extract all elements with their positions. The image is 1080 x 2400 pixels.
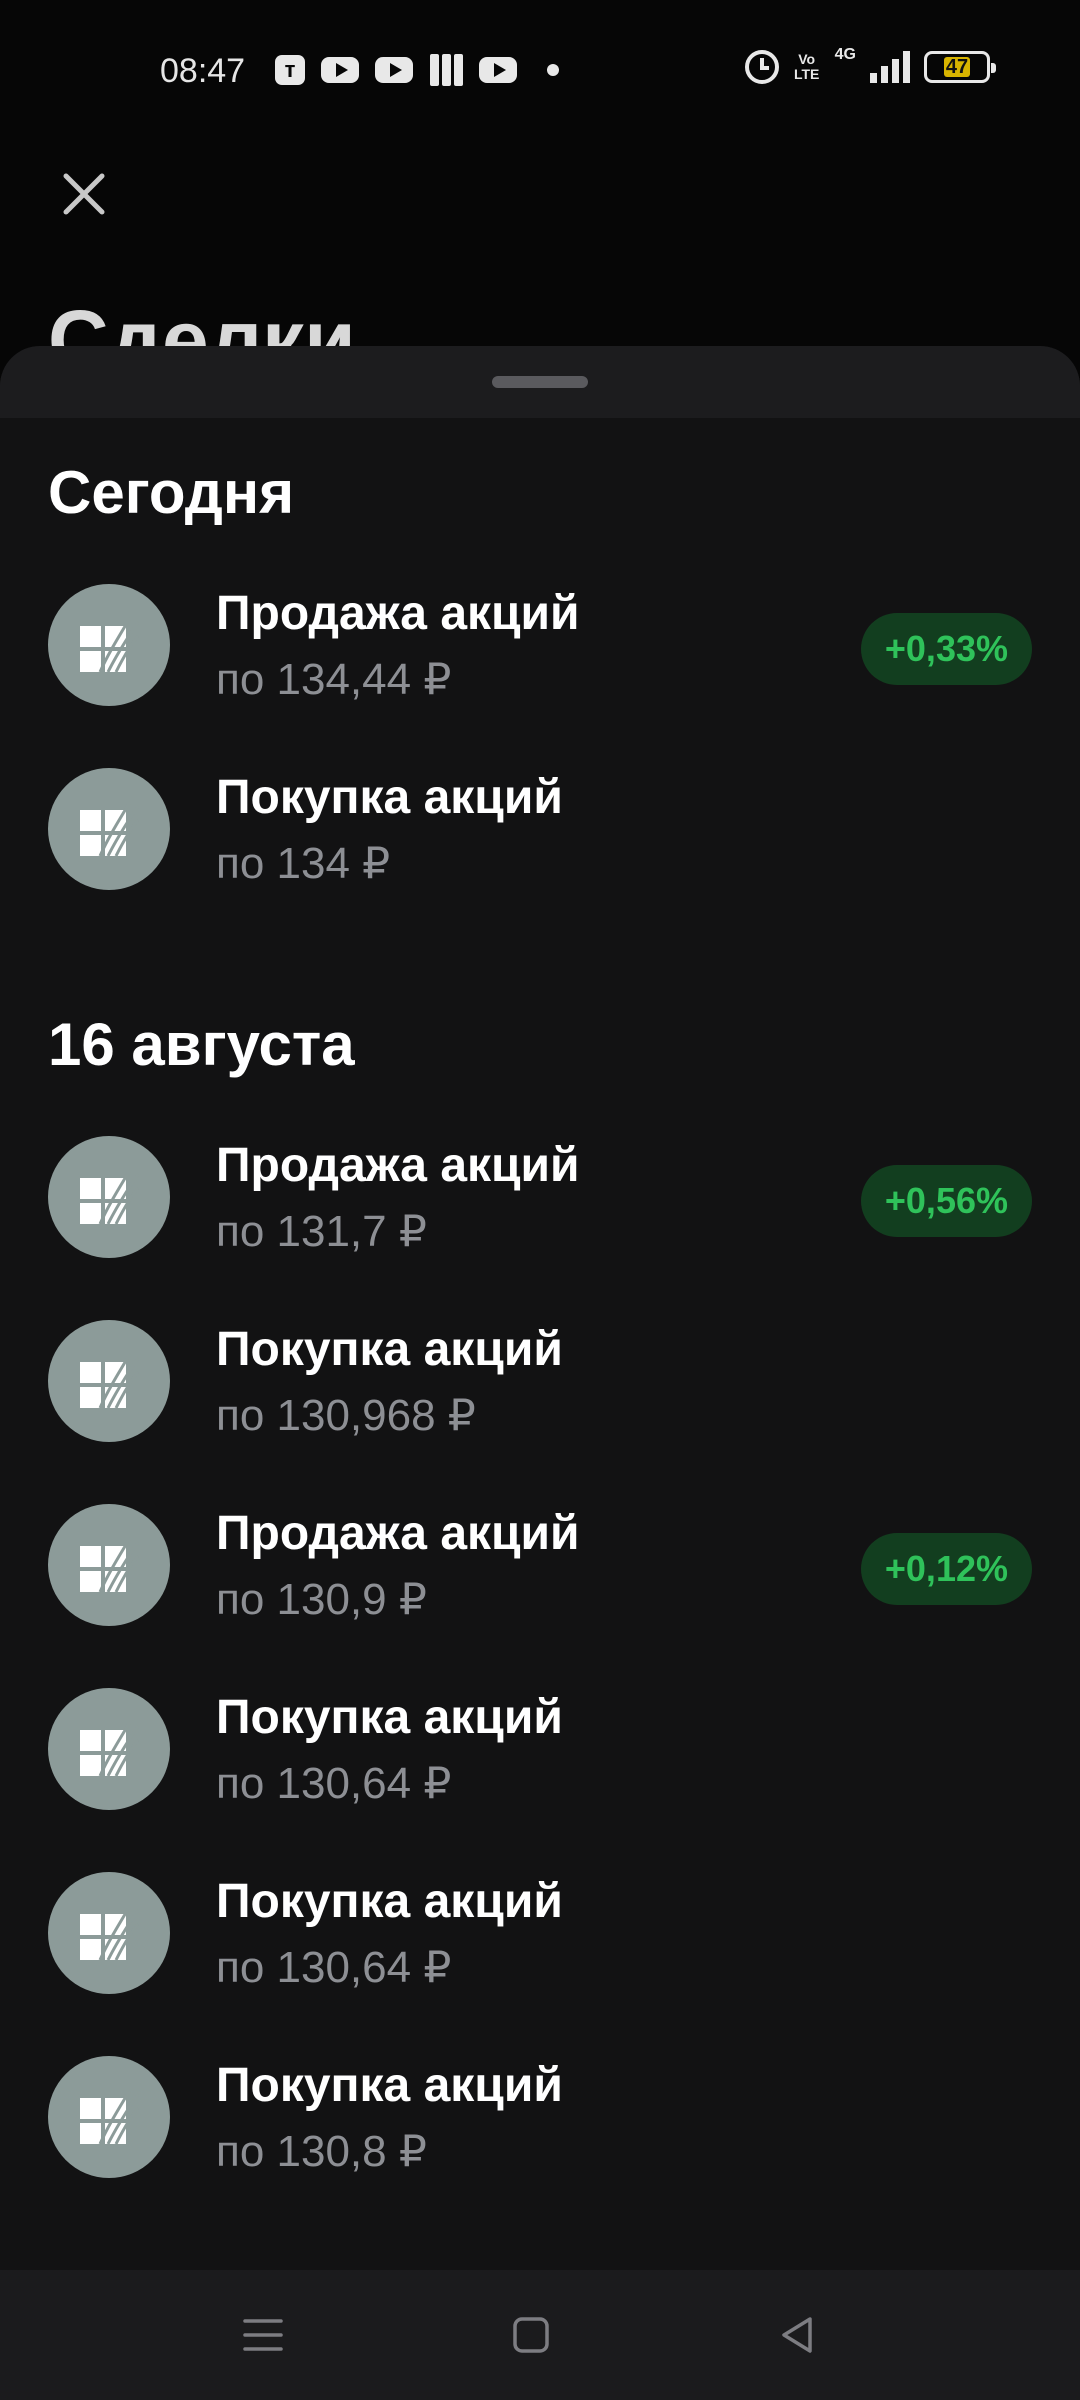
list-item[interactable]: Покупка акций по 130,8 ₽	[0, 2026, 1080, 2210]
deal-price: по 130,968 ₽	[216, 1391, 476, 1440]
deal-type: Покупка акций	[216, 1323, 563, 1376]
deal-price: по 134 ₽	[216, 839, 391, 888]
deal-type: Продажа акций	[216, 1507, 580, 1560]
sheet-grabber[interactable]	[492, 376, 588, 388]
alarm-icon	[744, 50, 779, 84]
avatar	[48, 584, 170, 706]
books-icon	[429, 54, 463, 86]
signal-icon	[870, 51, 910, 83]
t-app-icon: т	[275, 55, 305, 85]
deal-type: Покупка акций	[216, 2059, 563, 2112]
deal-type: Покупка акций	[216, 1875, 563, 1928]
status-icons-right: Vo LTE 4G 47	[744, 46, 996, 84]
profit-badge: +0,33%	[860, 613, 1032, 685]
deal-price: по 130,64 ₽	[216, 1759, 452, 1808]
volte-icon: Vo LTE	[793, 51, 820, 82]
avatar	[48, 1320, 170, 1442]
deal-type: Продажа акций	[216, 1139, 580, 1192]
list-item[interactable]: Продажа акций по 130,9 ₽ +0,12%	[0, 1474, 1080, 1658]
avatar	[48, 2056, 170, 2178]
profit-badge: +0,12%	[860, 1533, 1032, 1605]
company-logo-icon	[80, 1353, 140, 1409]
screen: 08:47 т Vo LTE 4G 47 Сделки Сегодня Прод…	[0, 0, 1080, 2400]
status-time: 08:47	[160, 52, 246, 90]
avatar	[48, 1504, 170, 1626]
list-item[interactable]: Покупка акций по 130,968 ₽	[0, 1290, 1080, 1474]
list-item[interactable]: Продажа акций по 131,7 ₽ +0,56%	[0, 1106, 1080, 1290]
battery-level: 47	[945, 56, 969, 78]
company-logo-icon	[80, 1537, 140, 1593]
youtube-icon	[375, 57, 413, 83]
navigation-bar	[0, 2270, 1080, 2400]
menu-icon	[243, 2319, 283, 2351]
status-icons-left: т	[275, 54, 559, 86]
status-bar: 08:47 т Vo LTE 4G 47	[0, 0, 1080, 140]
close-button[interactable]	[50, 160, 118, 228]
company-logo-icon	[80, 617, 140, 673]
list-item[interactable]: Покупка акций по 134 ₽	[0, 738, 1080, 922]
deal-price: по 130,64 ₽	[216, 1943, 452, 1992]
avatar	[48, 1872, 170, 1994]
youtube-icon	[479, 57, 517, 83]
menu-button[interactable]	[218, 2300, 308, 2370]
deal-type: Продажа акций	[216, 587, 580, 640]
battery-icon: 47	[924, 51, 996, 83]
youtube-icon	[321, 57, 359, 83]
avatar	[48, 1688, 170, 1810]
profit-badge: +0,56%	[860, 1165, 1032, 1237]
company-logo-icon	[80, 1905, 140, 1961]
sheet-handle-area[interactable]	[0, 346, 1080, 418]
back-button[interactable]	[752, 2300, 842, 2370]
deal-type: Покупка акций	[216, 771, 563, 824]
deal-price: по 134,44 ₽	[216, 655, 452, 704]
deal-price: по 130,8 ₽	[216, 2127, 427, 2176]
list-item[interactable]: Покупка акций по 130,64 ₽	[0, 1658, 1080, 1842]
section-title-today: Сегодня	[48, 459, 295, 526]
company-logo-icon	[80, 1169, 140, 1225]
dot-icon	[547, 64, 559, 76]
section-title-date: 16 августа	[48, 1011, 355, 1078]
company-logo-icon	[80, 801, 140, 857]
deals-sheet[interactable]: Сегодня Продажа акций по 134,44 ₽ +0,33%	[0, 346, 1080, 2270]
list-item[interactable]: Продажа акций по 134,44 ₽ +0,33%	[0, 554, 1080, 738]
network-type: 4G	[834, 46, 856, 63]
list-item[interactable]: Покупка акций по 130,64 ₽	[0, 1842, 1080, 2026]
deal-type: Покупка акций	[216, 1691, 563, 1744]
avatar	[48, 768, 170, 890]
close-icon	[63, 173, 105, 215]
home-button[interactable]	[486, 2300, 576, 2370]
avatar	[48, 1136, 170, 1258]
back-triangle-icon	[782, 2317, 812, 2353]
company-logo-icon	[80, 2089, 140, 2145]
deal-price: по 131,7 ₽	[216, 1207, 427, 1256]
deal-price: по 130,9 ₽	[216, 1575, 427, 1624]
company-logo-icon	[80, 1721, 140, 1777]
home-square-icon	[513, 2317, 549, 2353]
